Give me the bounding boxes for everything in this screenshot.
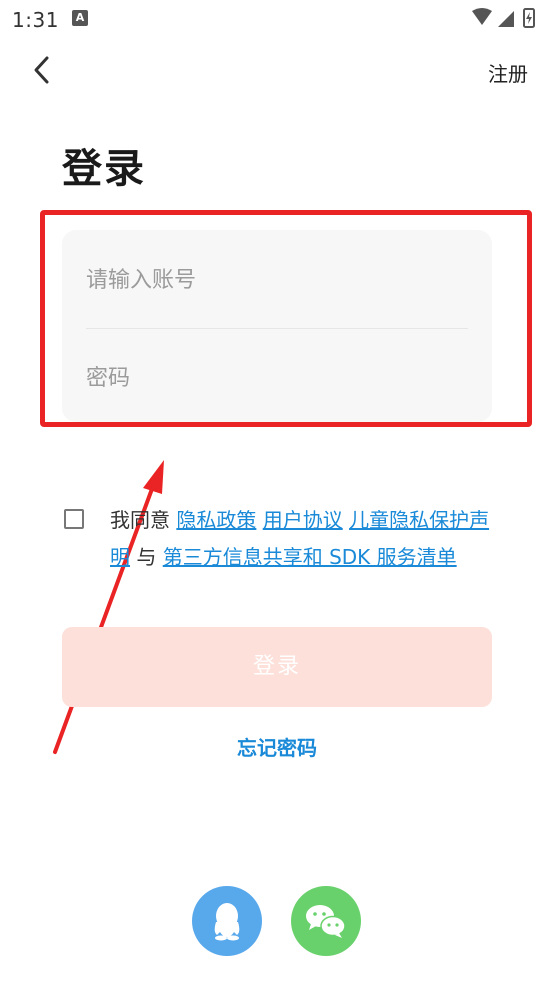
page-title: 登录 <box>62 146 146 192</box>
wechat-icon <box>306 905 346 938</box>
qq-icon <box>214 903 240 941</box>
annotation-highlight-box <box>40 210 532 427</box>
agreement-text: 我同意 隐私政策 用户协议 儿童隐私保护声明 与 第三方信息共享和 SDK 服务… <box>110 502 498 576</box>
login-page: 1:31 A 注册 登录 我同意 隐私政策 用户协议 儿童隐私保护声明 与 第三… <box>0 0 554 984</box>
wechat-login-button[interactable] <box>291 886 361 956</box>
agreement-and: 与 <box>136 545 157 569</box>
wifi-icon <box>472 8 492 25</box>
login-button[interactable]: 登录 <box>62 627 492 707</box>
back-button[interactable] <box>26 52 60 88</box>
third-party-sdk-link[interactable]: 第三方信息共享和 SDK 服务清单 <box>163 545 457 569</box>
user-agreement-link[interactable]: 用户协议 <box>263 508 343 532</box>
app-notification-icon: A <box>72 10 88 26</box>
register-link[interactable]: 注册 <box>488 58 528 87</box>
signal-icon <box>498 11 514 27</box>
qq-login-button[interactable] <box>192 886 262 956</box>
agree-checkbox[interactable] <box>64 509 84 529</box>
status-icons <box>472 8 535 28</box>
agreement-prefix: 我同意 <box>110 508 170 532</box>
privacy-policy-link[interactable]: 隐私政策 <box>176 508 256 532</box>
status-bar: 1:31 A <box>0 0 554 38</box>
forgot-password-link[interactable]: 忘记密码 <box>0 732 554 761</box>
chevron-left-icon <box>34 56 49 84</box>
status-time: 1:31 <box>12 8 59 32</box>
